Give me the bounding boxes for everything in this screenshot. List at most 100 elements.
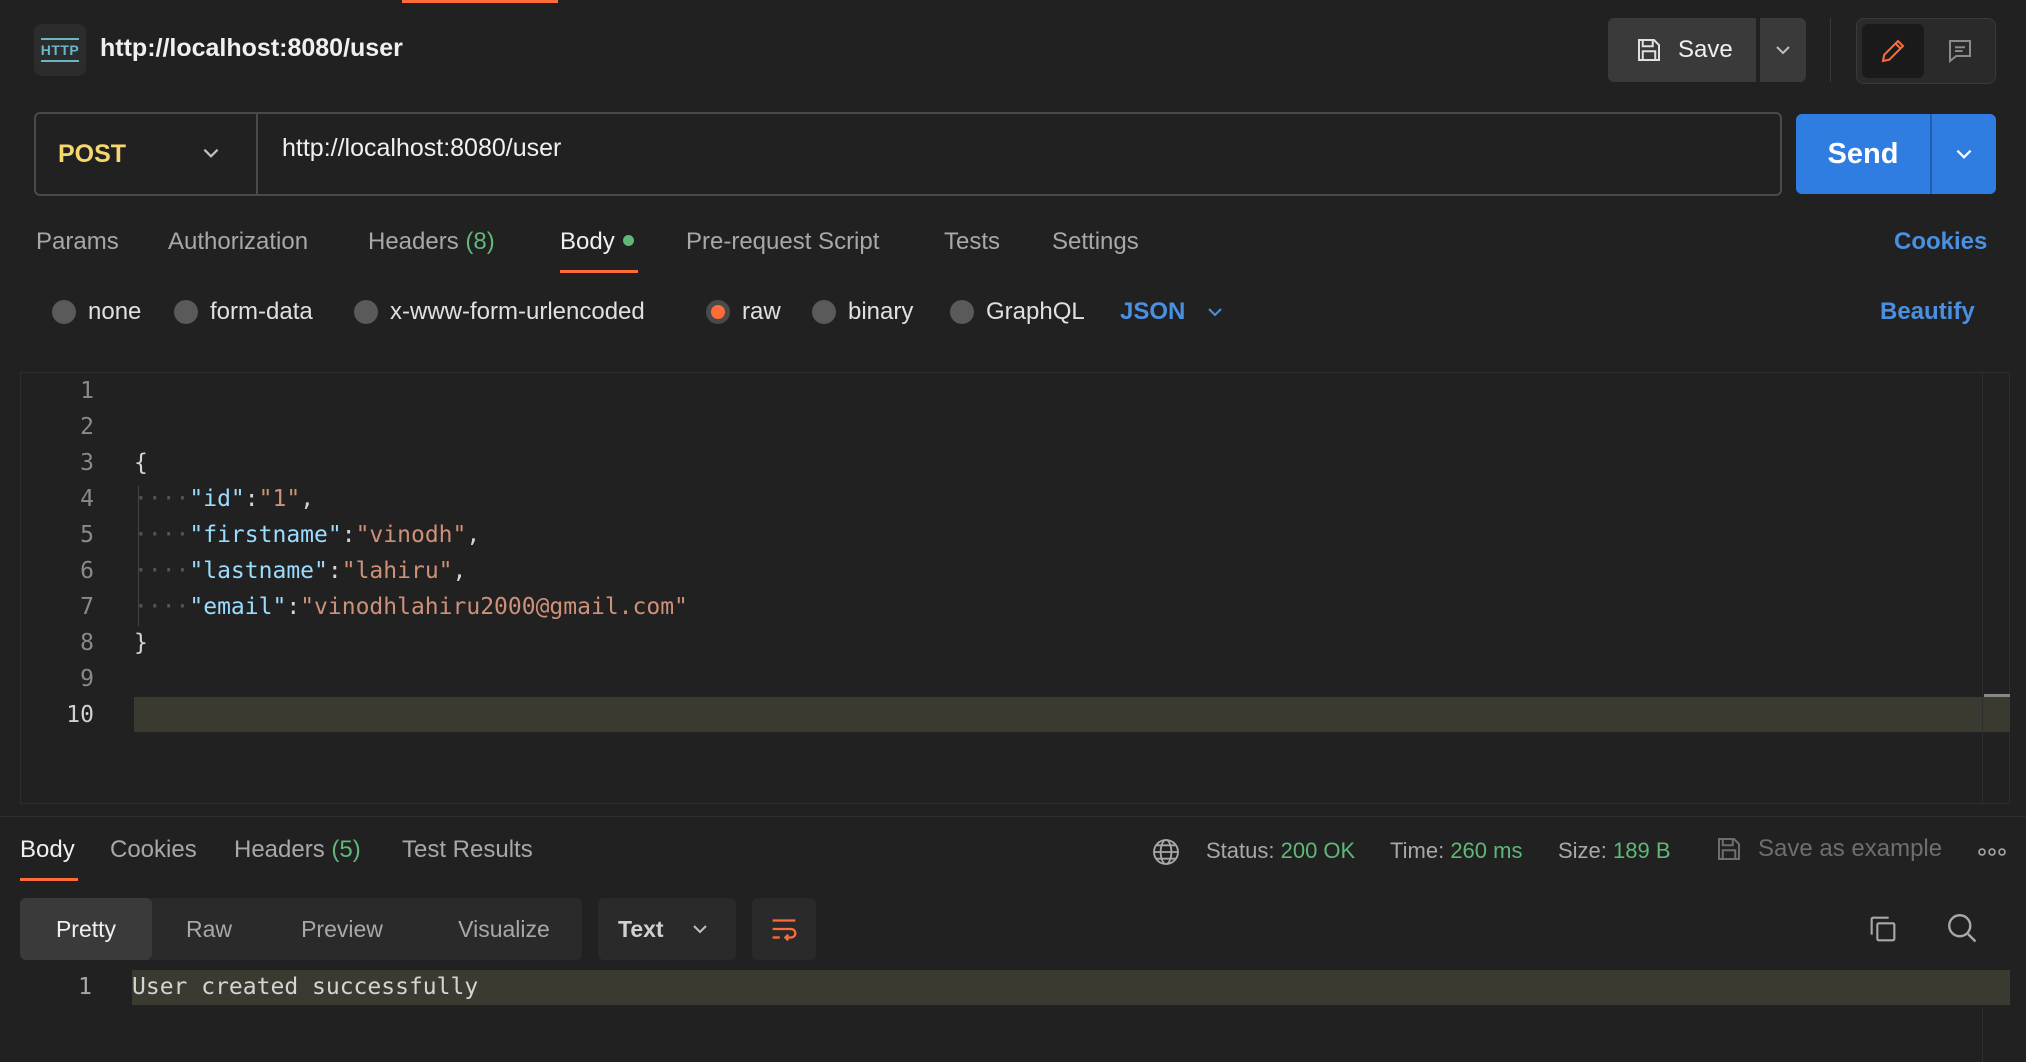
code-line: ····"email":"vinodhlahiru2000@gmail.com" [134, 594, 688, 620]
cookies-link[interactable]: Cookies [1894, 228, 1987, 256]
tab-headers[interactable]: Headers (8) [368, 228, 495, 256]
code-line: { [134, 450, 148, 476]
tab-headers-label: Headers [368, 228, 459, 255]
line-number: 1 [78, 974, 92, 1000]
response-tab-test-results[interactable]: Test Results [402, 836, 533, 864]
code-token: { [134, 450, 148, 476]
response-scrollbar[interactable] [1982, 1008, 1983, 1062]
chevron-down-icon [692, 925, 707, 934]
body-format-label: JSON [1120, 298, 1186, 325]
edit-button[interactable] [1862, 24, 1924, 78]
code-line: } [134, 630, 148, 656]
active-tab-indicator [402, 0, 558, 3]
radio-form-data[interactable]: form-data [174, 298, 313, 326]
view-preview-button[interactable]: Preview [280, 898, 404, 960]
tab-tests[interactable]: Tests [944, 228, 1000, 256]
tab-underline [20, 878, 78, 881]
radio-urlencoded[interactable]: x-www-form-urlencoded [354, 298, 645, 326]
tab-prerequest-script[interactable]: Pre-request Script [686, 228, 879, 256]
comments-button[interactable] [1930, 24, 1990, 78]
code-line: ····"firstname":"vinodh", [134, 522, 481, 548]
time-label: Time: [1390, 838, 1445, 863]
wrap-lines-button[interactable] [752, 898, 816, 960]
json-key: "email" [189, 594, 287, 620]
radio-label: x-www-form-urlencoded [390, 298, 645, 325]
response-status[interactable]: Status: 200 OK [1206, 838, 1355, 864]
view-raw-button[interactable]: Raw [164, 898, 254, 960]
radio-label: none [88, 298, 142, 325]
http-request-icon: HTTP [34, 24, 86, 76]
copy-icon[interactable] [1866, 912, 1900, 951]
json-value: "lahiru" [341, 558, 453, 584]
response-size[interactable]: Size: 189 B [1558, 838, 1671, 864]
size-label: Size: [1558, 838, 1607, 863]
comment-icon [1949, 40, 1971, 64]
radio-circle [52, 300, 76, 324]
tab-params[interactable]: Params [36, 228, 119, 256]
globe-icon[interactable] [1150, 836, 1182, 873]
save-icon [1638, 39, 1660, 61]
pane-divider[interactable] [0, 816, 2026, 817]
radio-binary[interactable]: binary [812, 298, 913, 326]
response-tab-headers[interactable]: Headers (5) [234, 836, 361, 864]
json-value: "vinodh" [355, 522, 467, 548]
chevron-down-icon[interactable] [200, 142, 222, 169]
body-format-select[interactable]: JSON [1120, 298, 1225, 326]
tab-authorization[interactable]: Authorization [168, 228, 308, 256]
status-value: 200 OK [1280, 838, 1356, 863]
response-tab-body[interactable]: Body [20, 836, 75, 864]
more-options-icon[interactable] [1978, 836, 2006, 864]
radio-label: binary [848, 298, 914, 325]
editor-scrollbar[interactable] [1982, 372, 1983, 804]
code-line: ····"lastname":"lahiru", [134, 558, 467, 584]
response-format-select[interactable]: Text [598, 898, 736, 960]
radio-circle-checked [706, 300, 730, 324]
line-number: 6 [80, 558, 94, 584]
send-options-button[interactable] [1932, 114, 1996, 194]
url-input[interactable]: http://localhost:8080/user [282, 134, 561, 163]
json-value: "vinodhlahiru2000@gmail.com" [300, 594, 688, 620]
save-icon [1718, 838, 1740, 860]
response-body-text[interactable]: User created successfully [132, 974, 478, 1000]
request-title[interactable]: http://localhost:8080/user [100, 34, 403, 63]
save-button[interactable]: Save [1608, 18, 1756, 82]
json-key: "firstname" [189, 522, 342, 548]
line-number: 10 [66, 702, 94, 728]
save-example-label: Save as example [1758, 835, 1943, 862]
radio-raw[interactable]: raw [706, 298, 781, 326]
line-number: 7 [80, 594, 94, 620]
radio-circle [354, 300, 378, 324]
response-time[interactable]: Time: 260 ms [1390, 838, 1522, 864]
response-tab-cookies[interactable]: Cookies [110, 836, 197, 864]
tab-settings[interactable]: Settings [1052, 228, 1139, 256]
radio-circle [950, 300, 974, 324]
send-button[interactable]: Send [1796, 114, 1930, 194]
line-number: 8 [80, 630, 94, 656]
beautify-link[interactable]: Beautify [1880, 298, 1975, 326]
radio-label: GraphQL [986, 298, 1085, 325]
save-as-example-button[interactable]: Save as example [1714, 834, 1942, 864]
time-value: 260 ms [1450, 838, 1523, 863]
method-select[interactable]: POST [36, 114, 256, 194]
code-line: ····"id":"1", [134, 486, 315, 512]
chevron-down-icon [1776, 46, 1790, 55]
json-key: "id" [189, 486, 245, 512]
headers-count: (5) [331, 836, 361, 863]
request-body-editor[interactable] [20, 372, 2010, 804]
radio-none[interactable]: none [52, 298, 141, 326]
radio-label: form-data [210, 298, 313, 325]
line-number: 3 [80, 450, 94, 476]
line-number: 4 [80, 486, 94, 512]
save-label: Save [1678, 36, 1733, 63]
radio-graphql[interactable]: GraphQL [950, 298, 1085, 326]
search-icon[interactable] [1944, 910, 1980, 951]
radio-label: raw [742, 298, 781, 325]
tab-underline [560, 270, 638, 273]
pencil-icon [1881, 39, 1905, 63]
save-options-button[interactable] [1760, 18, 1806, 82]
view-pretty-button[interactable]: Pretty [20, 898, 152, 960]
response-tab-headers-label: Headers [234, 836, 325, 863]
view-visualize-button[interactable]: Visualize [434, 898, 574, 960]
tab-body-label: Body [560, 228, 615, 255]
tab-body[interactable]: Body [560, 228, 634, 256]
